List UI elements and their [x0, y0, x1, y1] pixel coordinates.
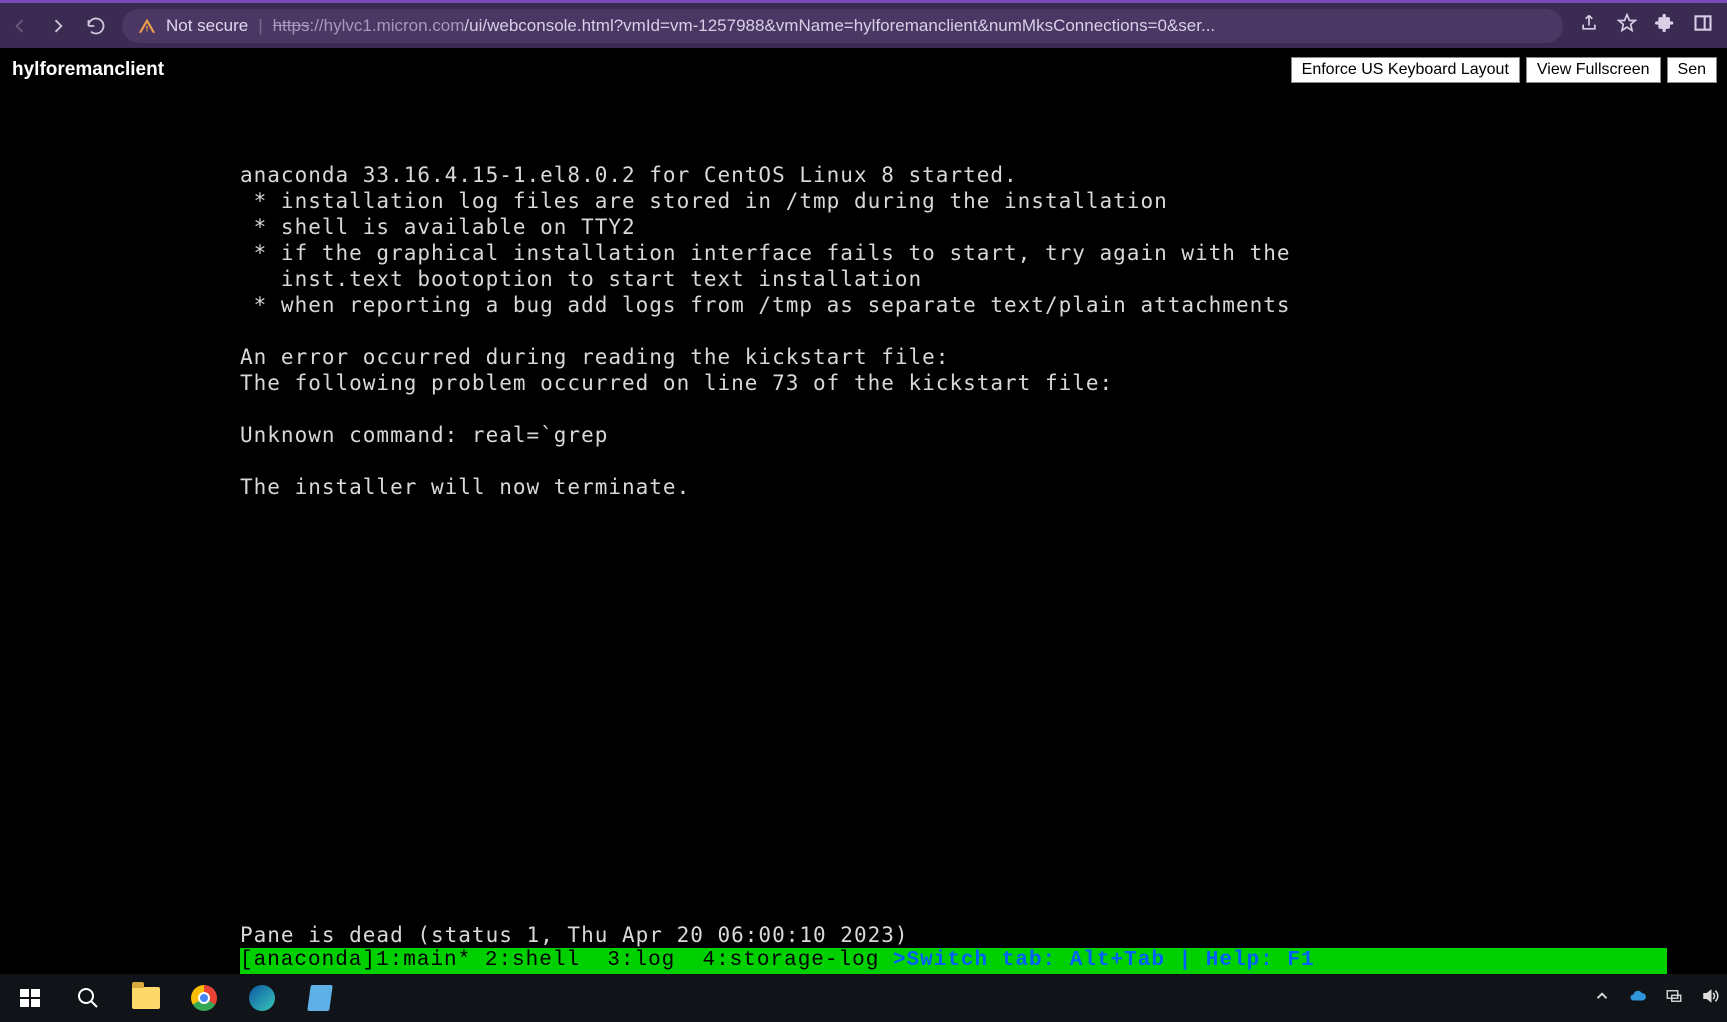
address-bar[interactable]: Not secure | https://hylvc1.micron.com/u…: [122, 9, 1563, 43]
header-buttons: Enforce US Keyboard Layout View Fullscre…: [1291, 57, 1717, 83]
edge-icon[interactable]: [248, 984, 276, 1012]
pane-dead-status: Pane is dead (status 1, Thu Apr 20 06:00…: [240, 922, 909, 948]
file-explorer-icon[interactable]: [132, 984, 160, 1012]
browser-actions: [1579, 13, 1717, 38]
webconsole-header: hylforemanclient Enforce US Keyboard Lay…: [0, 48, 1727, 92]
search-icon[interactable]: [74, 984, 102, 1012]
taskbar-left: [8, 984, 334, 1012]
network-icon[interactable]: [1665, 987, 1683, 1010]
bookmark-star-icon[interactable]: [1617, 13, 1637, 38]
separator: |: [258, 16, 262, 36]
tmux-hint: >Switch tab: Alt+Tab | Help: F1: [893, 948, 1328, 974]
browser-toolbar: Not secure | https://hylvc1.micron.com/u…: [0, 0, 1727, 48]
vm-title: hylforemanclient: [10, 59, 164, 81]
tmux-status-bar: [anaconda]1:main* 2:shell 3:log 4:storag…: [240, 948, 1667, 974]
url-text: https://hylvc1.micron.com/ui/webconsole.…: [273, 16, 1216, 36]
tray-chevron-icon[interactable]: [1593, 987, 1611, 1010]
reload-button[interactable]: [86, 16, 106, 36]
enforce-keyboard-button[interactable]: Enforce US Keyboard Layout: [1291, 57, 1520, 83]
back-button[interactable]: [10, 16, 30, 36]
forward-button[interactable]: [48, 16, 68, 36]
windows-taskbar: [0, 974, 1727, 1022]
send-cad-button[interactable]: Sen: [1667, 57, 1717, 83]
nav-buttons: [10, 16, 106, 36]
console-output: anaconda 33.16.4.15-1.el8.0.2 for CentOS…: [240, 162, 1727, 500]
chrome-icon[interactable]: [190, 984, 218, 1012]
tmux-tabs: 1:main* 2:shell 3:log 4:storage-log: [376, 948, 893, 974]
security-status: Not secure: [166, 16, 248, 36]
view-fullscreen-button[interactable]: View Fullscreen: [1526, 57, 1661, 83]
onedrive-icon[interactable]: [1629, 987, 1647, 1010]
tmux-session: [anaconda]: [240, 948, 376, 974]
volume-icon[interactable]: [1701, 987, 1719, 1010]
extensions-icon[interactable]: [1655, 13, 1675, 38]
panel-icon[interactable]: [1693, 13, 1713, 38]
share-icon[interactable]: [1579, 13, 1599, 38]
taskbar-right: [1593, 987, 1719, 1010]
start-button[interactable]: [16, 984, 44, 1012]
warning-icon: [138, 17, 156, 35]
vm-console[interactable]: anaconda 33.16.4.15-1.el8.0.2 for CentOS…: [0, 92, 1727, 974]
notepad-icon[interactable]: [306, 984, 334, 1012]
